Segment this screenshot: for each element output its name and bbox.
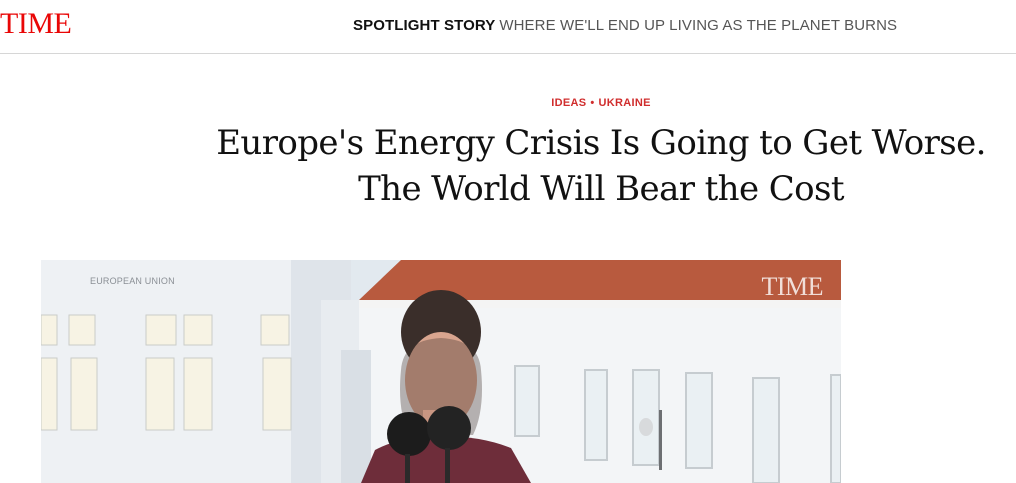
spotlight-story-link[interactable]: SPOTLIGHT STORY WHERE WE'LL END UP LIVING… xyxy=(353,17,897,35)
tag-ideas[interactable]: IDEAS xyxy=(551,97,586,109)
tag-ukraine[interactable]: UKRAINE xyxy=(599,97,651,109)
article-headline: Europe's Energy Crisis Is Going to Get W… xyxy=(186,120,1016,212)
site-header: TIME SPOTLIGHT STORY WHERE WE'LL END UP L… xyxy=(0,0,1016,54)
time-logo[interactable]: TIME xyxy=(0,6,72,42)
hero-overlay-label: EUROPEAN UNION xyxy=(90,276,175,286)
spotlight-kicker: SPOTLIGHT STORY xyxy=(353,17,496,34)
article-tags: IDEAS • UKRAINE xyxy=(0,96,1016,110)
hero-video[interactable]: EUROPEAN UNION TIME xyxy=(41,260,841,483)
hero-video-frame xyxy=(41,260,841,483)
spotlight-title: WHERE WE'LL END UP LIVING AS THE PLANET … xyxy=(499,17,898,34)
headline-line-1: Europe's Energy Crisis Is Going to Get W… xyxy=(216,123,986,163)
page: TIME SPOTLIGHT STORY WHERE WE'LL END UP L… xyxy=(0,0,1016,483)
hero-watermark-logo: TIME xyxy=(761,272,823,301)
tag-separator-dot: • xyxy=(590,97,595,109)
headline-line-2: The World Will Bear the Cost xyxy=(358,169,844,209)
